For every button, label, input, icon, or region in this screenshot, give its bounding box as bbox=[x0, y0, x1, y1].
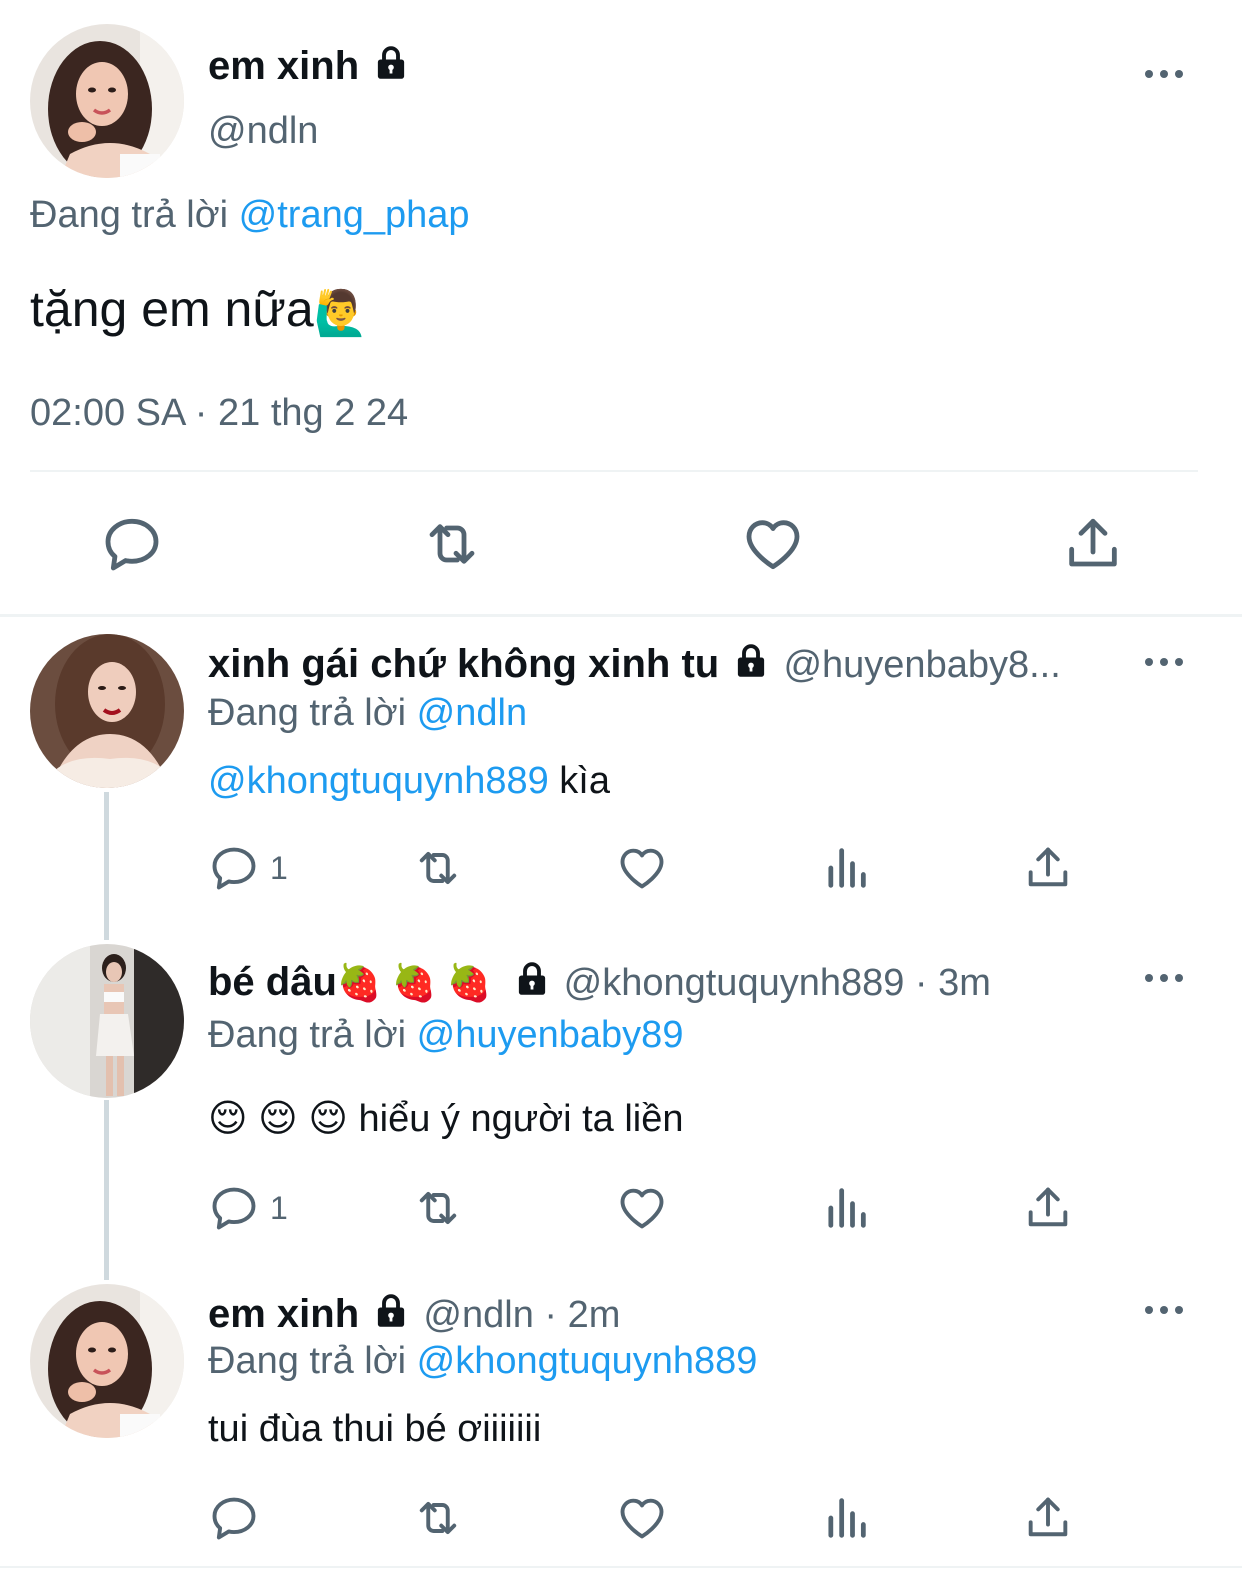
main-timestamp[interactable]: 02:00 SA · 21 thg 2 24 bbox=[30, 392, 408, 435]
views-icon[interactable] bbox=[820, 1492, 872, 1544]
share-icon[interactable] bbox=[1022, 1492, 1074, 1544]
relieved-face-emoji: 😌 😌 😌 bbox=[208, 1098, 348, 1140]
reply1-text: @khongtuquynh889 kìa bbox=[208, 760, 610, 803]
reply1-display-name: xinh gái chứ không xinh tu @huyenbaby8..… bbox=[208, 640, 1061, 686]
reply-icon bbox=[208, 842, 260, 894]
lock-icon bbox=[730, 640, 772, 682]
reply3-display-name: em xinh @ndln · 2m bbox=[208, 1290, 621, 1336]
avatar-khongtuquynh[interactable] bbox=[30, 944, 184, 1098]
lock-icon bbox=[370, 42, 412, 84]
main-display-name: em xinh bbox=[208, 44, 412, 89]
replying-to-prefix: Đang trả lời bbox=[208, 1340, 407, 1382]
tweet-text: kìa bbox=[548, 760, 610, 802]
replying-to-link[interactable]: @huyenbaby89 bbox=[417, 1014, 684, 1056]
reply-count: 1 bbox=[270, 849, 288, 886]
reply1-handle: @huyenbaby8... bbox=[783, 644, 1061, 686]
replying-to-prefix: Đang trả lời bbox=[208, 1014, 407, 1056]
reply2-display-name: bé dâu🍓 🍓 🍓 @khongtuquynh889 · 3m bbox=[208, 958, 991, 1004]
bottom-divider bbox=[0, 1566, 1242, 1568]
tweet-text: hiểu ý người ta liền bbox=[347, 1098, 684, 1140]
main-tweet-text: tặng em nữa🙋‍♂️ bbox=[30, 280, 368, 339]
mention-link[interactable]: @khongtuquynh889 bbox=[208, 760, 549, 802]
like-icon[interactable] bbox=[616, 1182, 668, 1234]
reply1-replying-to: Đang trả lời @ndln bbox=[208, 692, 527, 735]
thread-line bbox=[104, 792, 109, 940]
share-icon[interactable] bbox=[1022, 842, 1074, 894]
reply-icon[interactable] bbox=[208, 1492, 260, 1544]
reply-count: 1 bbox=[270, 1189, 288, 1226]
more-icon[interactable] bbox=[1145, 972, 1185, 984]
share-icon[interactable] bbox=[1022, 1182, 1074, 1234]
reply2-replying-to: Đang trả lời @huyenbaby89 bbox=[208, 1014, 683, 1057]
reply-icon[interactable] bbox=[100, 512, 164, 576]
more-icon[interactable] bbox=[1145, 656, 1185, 668]
retweet-icon[interactable] bbox=[412, 842, 464, 894]
section-divider bbox=[0, 614, 1242, 617]
avatar-image bbox=[30, 1284, 184, 1438]
retweet-icon[interactable] bbox=[412, 1182, 464, 1234]
lock-icon bbox=[511, 958, 553, 1000]
like-icon[interactable] bbox=[616, 1492, 668, 1544]
like-icon[interactable] bbox=[741, 512, 805, 576]
replying-to-prefix: Đang trả lời bbox=[30, 194, 229, 236]
replying-to-prefix: Đang trả lời bbox=[208, 692, 407, 734]
avatar-huyenbaby[interactable] bbox=[30, 634, 184, 788]
more-icon[interactable] bbox=[1145, 1304, 1185, 1316]
reply-button[interactable]: 1 bbox=[208, 1182, 288, 1234]
thread-line bbox=[104, 1100, 109, 1280]
reply-icon bbox=[208, 1182, 260, 1234]
reply-button[interactable]: 1 bbox=[208, 842, 288, 894]
strawberry-emoji: 🍓 🍓 🍓 bbox=[336, 962, 492, 1003]
divider bbox=[30, 470, 1198, 472]
reply3-handle: @ndln · 2m bbox=[423, 1294, 621, 1336]
retweet-icon[interactable] bbox=[412, 1492, 464, 1544]
raising-hand-emoji: 🙋‍♂️ bbox=[313, 288, 369, 338]
replying-to-link[interactable]: @trang_phap bbox=[239, 194, 470, 236]
like-icon[interactable] bbox=[616, 842, 668, 894]
tweet-text: tặng em nữa bbox=[30, 281, 314, 337]
reply3-text: tui đùa thui bé ơiiiiiii bbox=[208, 1408, 542, 1450]
replying-to-link[interactable]: @khongtuquynh889 bbox=[417, 1340, 758, 1382]
reply3-replying-to: Đang trả lời @khongtuquynh889 bbox=[208, 1340, 757, 1383]
lock-icon bbox=[370, 1290, 412, 1332]
share-icon[interactable] bbox=[1061, 512, 1125, 576]
avatar-image bbox=[30, 24, 184, 178]
retweet-icon[interactable] bbox=[420, 512, 484, 576]
avatar-image bbox=[30, 634, 184, 788]
avatar-em-xinh[interactable] bbox=[30, 1284, 184, 1438]
reply2-text: 😌 😌 😌 hiểu ý người ta liền bbox=[208, 1096, 684, 1141]
avatar-em-xinh[interactable] bbox=[30, 24, 184, 178]
reply2-handle: @khongtuquynh889 · 3m bbox=[563, 962, 991, 1004]
more-icon[interactable] bbox=[1145, 68, 1185, 80]
views-icon[interactable] bbox=[820, 1182, 872, 1234]
main-handle: @ndln bbox=[208, 110, 319, 152]
avatar-image bbox=[30, 944, 184, 1098]
views-icon[interactable] bbox=[820, 842, 872, 894]
replying-to-link[interactable]: @ndln bbox=[417, 692, 527, 734]
main-replying-to: Đang trả lời @trang_phap bbox=[30, 194, 470, 237]
